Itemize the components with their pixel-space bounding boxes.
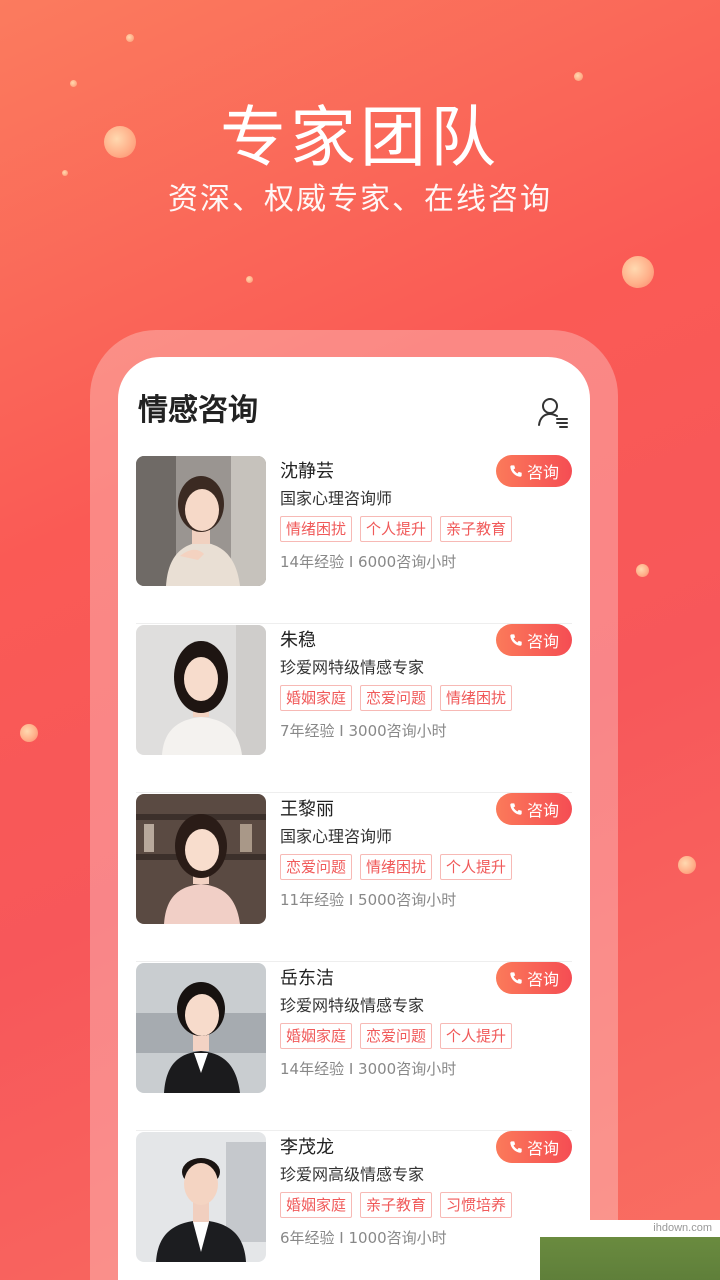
- expert-tag: 个人提升: [360, 516, 433, 542]
- expert-tag: 情绪困扰: [440, 685, 513, 711]
- consult-label: 咨询: [526, 1139, 559, 1158]
- hero-title: 专家团队: [220, 99, 500, 176]
- phone-screen: 情感咨询 沈静芸 国家心理咨询师 情绪困扰 个人提升 亲子教育 14年经验 I …: [118, 357, 590, 1280]
- user-list-icon[interactable]: [536, 395, 570, 429]
- consult-label: 咨询: [526, 632, 559, 651]
- expert-tag: 恋爱问题: [360, 1023, 433, 1049]
- expert-photo: [136, 1132, 266, 1262]
- hero-subtitle: 资深、权威专家、在线咨询: [168, 182, 552, 217]
- watermark-text: ihdown.com: [653, 1222, 712, 1234]
- expert-name: 王黎丽: [280, 799, 334, 820]
- expert-title: 国家心理咨询师: [280, 827, 393, 846]
- expert-stats: 14年经验 I 3000咨询小时: [280, 1060, 457, 1078]
- expert-item[interactable]: 李茂龙 珍爱网高级情感专家 婚姻家庭 亲子教育 习惯培养 6年经验 I 1000…: [136, 1131, 572, 1280]
- expert-item[interactable]: 王黎丽 国家心理咨询师 恋爱问题 情绪困扰 个人提升 11年经验 I 5000咨…: [136, 793, 572, 962]
- phone-icon: [510, 803, 522, 815]
- expert-photo: [136, 794, 266, 924]
- consult-button[interactable]: 咨询: [496, 962, 572, 994]
- expert-tags: 婚姻家庭 恋爱问题 个人提升: [280, 1023, 513, 1049]
- expert-item[interactable]: 沈静芸 国家心理咨询师 情绪困扰 个人提升 亲子教育 14年经验 I 6000咨…: [136, 455, 572, 624]
- expert-tags: 婚姻家庭 亲子教育 习惯培养: [280, 1192, 513, 1218]
- consult-label: 咨询: [526, 801, 559, 820]
- screen-header: 情感咨询: [138, 391, 570, 435]
- expert-list: 沈静芸 国家心理咨询师 情绪困扰 个人提升 亲子教育 14年经验 I 6000咨…: [136, 455, 572, 1280]
- expert-stats: 14年经验 I 6000咨询小时: [280, 553, 457, 571]
- expert-photo: [136, 456, 266, 586]
- expert-tag: 恋爱问题: [280, 854, 353, 880]
- expert-stats: 7年经验 I 3000咨询小时: [280, 722, 447, 740]
- watermark: ihdown.com: [540, 1220, 720, 1280]
- expert-item[interactable]: 朱稳 珍爱网特级情感专家 婚姻家庭 恋爱问题 情绪困扰 7年经验 I 3000咨…: [136, 624, 572, 793]
- expert-tag: 情绪困扰: [360, 854, 433, 880]
- expert-photo: [136, 625, 266, 755]
- consult-button[interactable]: 咨询: [496, 624, 572, 656]
- expert-tag: 个人提升: [440, 854, 513, 880]
- expert-item[interactable]: 岳东洁 珍爱网特级情感专家 婚姻家庭 恋爱问题 个人提升 14年经验 I 300…: [136, 962, 572, 1131]
- expert-tags: 恋爱问题 情绪困扰 个人提升: [280, 854, 513, 880]
- phone-icon: [510, 634, 522, 646]
- consult-button[interactable]: 咨询: [496, 793, 572, 825]
- phone-icon: [510, 972, 522, 984]
- expert-tag: 习惯培养: [440, 1192, 513, 1218]
- expert-tag: 婚姻家庭: [280, 1192, 353, 1218]
- expert-name: 李茂龙: [280, 1137, 334, 1158]
- phone-icon: [510, 465, 522, 477]
- expert-tag: 亲子教育: [440, 516, 513, 542]
- expert-tags: 婚姻家庭 恋爱问题 情绪困扰: [280, 685, 513, 711]
- expert-name: 朱稳: [280, 630, 316, 651]
- expert-tag: 婚姻家庭: [280, 685, 353, 711]
- consult-button[interactable]: 咨询: [496, 455, 572, 487]
- decor-dot: [574, 72, 583, 81]
- expert-title: 珍爱网特级情感专家: [280, 996, 425, 1015]
- expert-tags: 情绪困扰 个人提升 亲子教育: [280, 516, 513, 542]
- decor-dot: [246, 276, 253, 283]
- phone-icon: [510, 1141, 522, 1153]
- expert-name: 岳东洁: [280, 968, 334, 989]
- expert-tag: 婚姻家庭: [280, 1023, 353, 1049]
- consult-label: 咨询: [526, 970, 559, 989]
- consult-button[interactable]: 咨询: [496, 1131, 572, 1163]
- expert-name: 沈静芸: [280, 461, 334, 482]
- expert-tag: 情绪困扰: [280, 516, 353, 542]
- expert-title: 国家心理咨询师: [280, 489, 393, 508]
- decor-dot: [678, 856, 696, 874]
- decor-dot: [622, 256, 654, 288]
- screen-title: 情感咨询: [138, 393, 258, 428]
- decor-dot: [20, 724, 38, 742]
- expert-title: 珍爱网特级情感专家: [280, 658, 425, 677]
- expert-tag: 个人提升: [440, 1023, 513, 1049]
- consult-label: 咨询: [526, 463, 559, 482]
- expert-tag: 亲子教育: [360, 1192, 433, 1218]
- expert-stats: 11年经验 I 5000咨询小时: [280, 891, 457, 909]
- expert-title: 珍爱网高级情感专家: [280, 1165, 425, 1184]
- decor-dot: [636, 564, 649, 577]
- expert-stats: 6年经验 I 1000咨询小时: [280, 1229, 447, 1247]
- decor-dot: [126, 34, 134, 42]
- expert-photo: [136, 963, 266, 1093]
- expert-tag: 恋爱问题: [360, 685, 433, 711]
